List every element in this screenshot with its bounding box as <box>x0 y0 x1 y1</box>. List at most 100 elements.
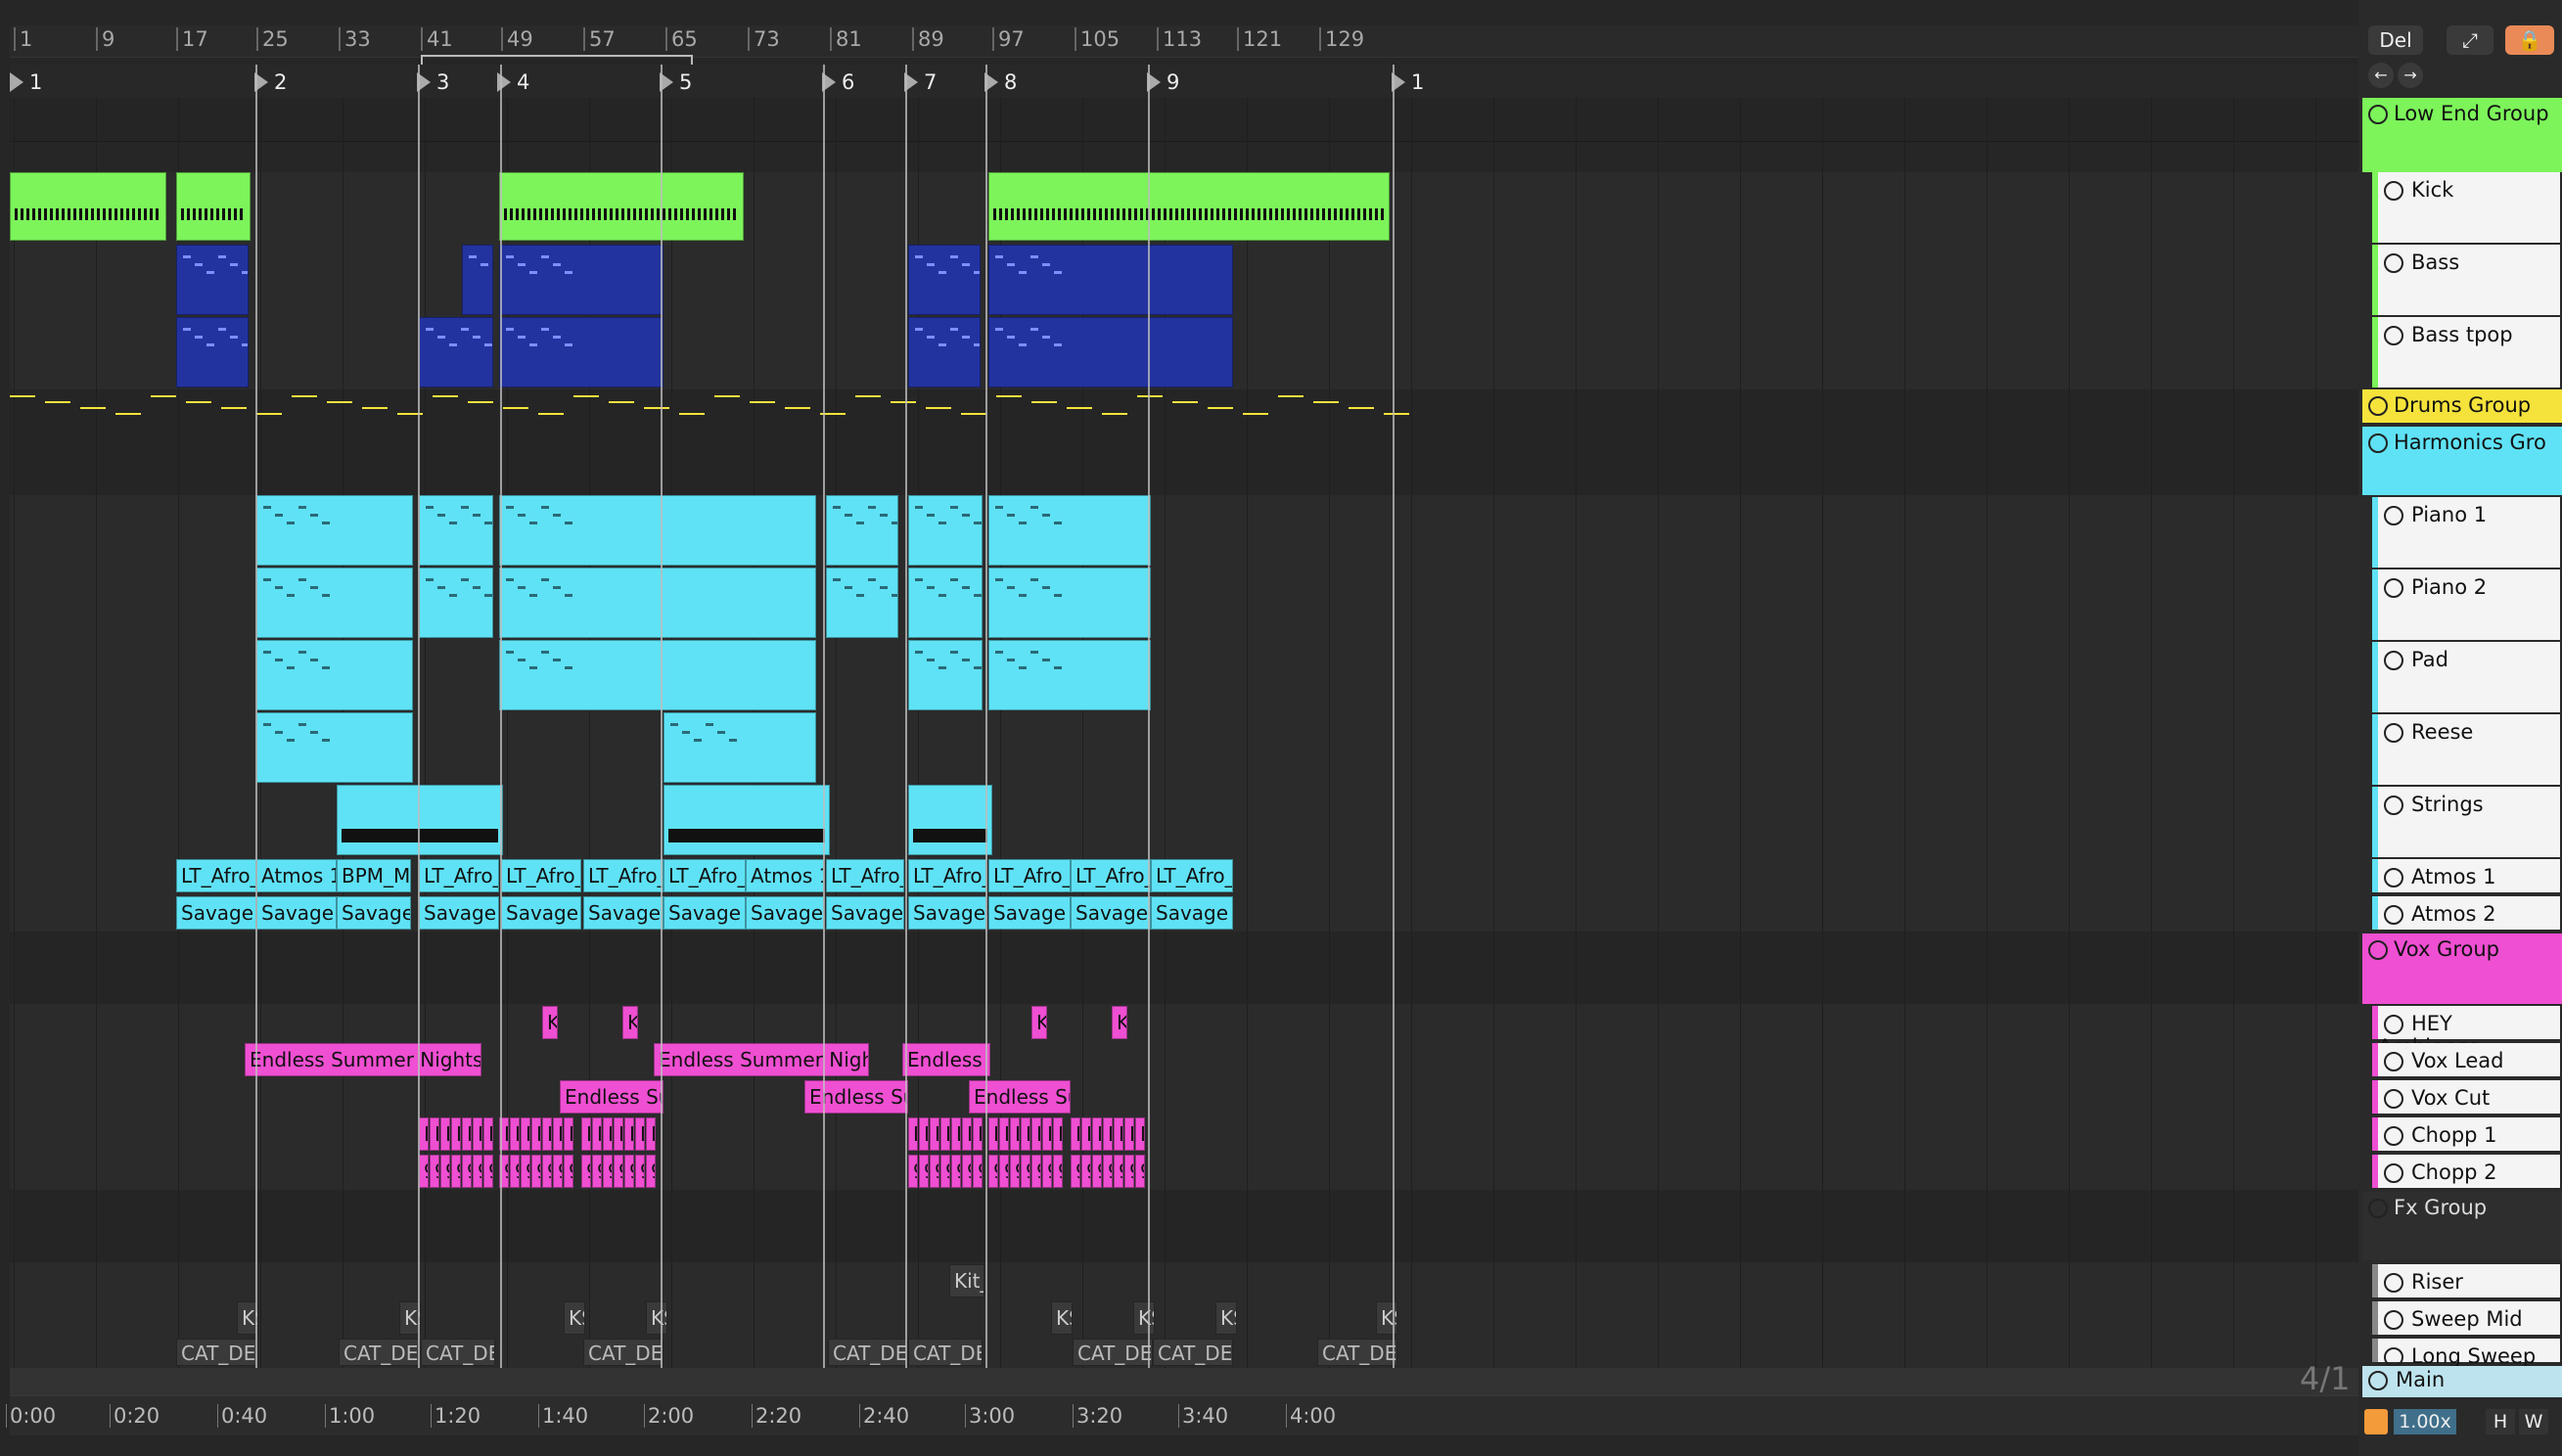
clip-piano-2[interactable] <box>256 568 413 638</box>
track-header-riser[interactable]: Riser <box>2372 1264 2560 1297</box>
clip-chopp-1[interactable]: E <box>564 1117 573 1151</box>
clip-chopp-2[interactable]: 9 <box>988 1155 998 1188</box>
clip-bass-tpop[interactable] <box>176 317 249 387</box>
overview-bar[interactable] <box>10 1368 2358 1395</box>
track-header-piano-1[interactable]: Piano 1 <box>2372 497 2560 568</box>
clip-atmos-2[interactable]: Savage Sour <box>908 896 986 930</box>
track-fold-icon[interactable] <box>2384 1273 2403 1293</box>
clip-hey-ambience[interactable]: K <box>1112 1006 1127 1039</box>
clip-chopp-2[interactable]: 9 <box>951 1155 961 1188</box>
track-lane[interactable] <box>10 1115 2358 1154</box>
clip-chopp-1[interactable]: E <box>951 1117 961 1151</box>
track-lane[interactable] <box>10 98 2358 142</box>
clip-piano-1[interactable] <box>908 495 983 566</box>
clip-sweep-mid[interactable]: KSH <box>564 1301 585 1335</box>
clip-piano-2[interactable] <box>499 568 816 638</box>
clip-chopp-1[interactable]: E <box>940 1117 950 1151</box>
clip-atmos-2[interactable]: Savage Sour <box>419 896 499 930</box>
clip-chopp-1[interactable]: E <box>473 1117 482 1151</box>
clip-sweep-mid[interactable]: KSH <box>1051 1301 1073 1335</box>
clip-reese[interactable] <box>256 712 413 783</box>
clip-chopp-1[interactable]: E <box>1042 1117 1052 1151</box>
clip-chopp-1[interactable]: E <box>930 1117 939 1151</box>
clip-chopp-1[interactable]: E <box>553 1117 563 1151</box>
clip-chopp-2[interactable]: 9 <box>1031 1155 1041 1188</box>
clip-chopp-2[interactable]: 9 <box>440 1155 450 1188</box>
clip-chopp-1[interactable]: E <box>542 1117 552 1151</box>
clip-atmos-2[interactable]: Savage Sour <box>826 896 904 930</box>
clip-long-sweep[interactable]: CAT_DEALERS <box>583 1339 663 1366</box>
clip-chopp-1[interactable]: E <box>1010 1117 1020 1151</box>
track-fold-icon[interactable] <box>2384 868 2403 887</box>
w-button[interactable]: W <box>2519 1409 2548 1434</box>
clip-vox-cut[interactable]: Endless Summer I <box>804 1080 908 1114</box>
clip-atmos-1[interactable]: LT_Afro_Tona <box>663 859 746 892</box>
clip-piano-2[interactable] <box>826 568 898 638</box>
clip-piano-2[interactable] <box>419 568 493 638</box>
clip-atmos-1[interactable]: LT_Afro_Tona <box>988 859 1071 892</box>
clip-chopp-2[interactable]: 9 <box>419 1155 429 1188</box>
clip-atmos-2[interactable]: Savage Sound <box>501 896 581 930</box>
clip-sweep-mid[interactable]: KSH <box>1215 1301 1237 1335</box>
clip-chopp-2[interactable]: 9 <box>614 1155 623 1188</box>
clip-chopp-1[interactable]: E <box>592 1117 602 1151</box>
clip-kick[interactable] <box>499 172 744 241</box>
clip-chopp-2[interactable]: 9 <box>1135 1155 1145 1188</box>
clip-long-sweep[interactable]: CAT_DEALEC <box>1153 1339 1233 1366</box>
clip-chopp-1[interactable]: E <box>919 1117 929 1151</box>
clip-chopp-2[interactable]: 9 <box>1042 1155 1052 1188</box>
clip-atmos-2[interactable]: Savage Sound <box>176 896 256 930</box>
group-fold-icon[interactable] <box>2368 940 2388 960</box>
clip-reese[interactable] <box>663 712 816 783</box>
clip-long-sweep[interactable]: CAT_DEALERS <box>828 1339 908 1366</box>
clip-chopp-1[interactable]: E <box>1114 1117 1123 1151</box>
clip-chopp-1[interactable]: E <box>419 1117 429 1151</box>
track-header-atmos-1[interactable]: Atmos 1 <box>2372 859 2560 892</box>
delete-button[interactable]: Del <box>2368 25 2423 55</box>
clip-chopp-1[interactable]: E <box>624 1117 634 1151</box>
clip-chopp-2[interactable]: 9 <box>999 1155 1009 1188</box>
clip-atmos-1[interactable]: LT_Afro_Tona <box>1071 859 1151 892</box>
clip-atmos-2[interactable]: Savage Sour <box>337 896 411 930</box>
clip-chopp-2[interactable]: 9 <box>510 1155 520 1188</box>
clip-atmos-2[interactable]: Savage Sound <box>1071 896 1151 930</box>
clip-chopp-1[interactable]: E <box>531 1117 541 1151</box>
clip-hey-ambience[interactable]: K <box>542 1006 558 1039</box>
track-header-reese[interactable]: Reese <box>2372 714 2560 785</box>
track-fold-icon[interactable] <box>2384 253 2403 273</box>
clip-chopp-1[interactable]: E <box>1071 1117 1080 1151</box>
clip-chopp-2[interactable]: 9 <box>483 1155 493 1188</box>
clip-chopp-1[interactable]: E <box>1092 1117 1102 1151</box>
group-header-vox[interactable]: Vox Group <box>2362 933 2562 1004</box>
clip-chopp-1[interactable]: E <box>483 1117 493 1151</box>
clip-vox-lead[interactable]: Endless Summer Nights - Vocals <box>245 1043 481 1076</box>
track-fold-icon[interactable] <box>2384 506 2403 525</box>
clip-atmos-2[interactable]: Savage Sound <box>988 896 1071 930</box>
clip-atmos-1[interactable]: BPM_Male V <box>337 859 411 892</box>
clip-chopp-1[interactable]: E <box>603 1117 613 1151</box>
clip-piano-2[interactable] <box>908 568 983 638</box>
clip-chopp-2[interactable]: 9 <box>462 1155 472 1188</box>
clip-chopp-2[interactable]: 9 <box>521 1155 530 1188</box>
track-fold-icon[interactable] <box>2384 651 2403 670</box>
clip-vox-cut[interactable]: Endless Summer I <box>969 1080 1071 1114</box>
track-fold-icon[interactable] <box>2384 1310 2403 1330</box>
track-header-main[interactable]: Main <box>2362 1366 2562 1397</box>
track-fold-icon[interactable] <box>2384 1089 2403 1109</box>
clip-chopp-1[interactable]: E <box>451 1117 461 1151</box>
clip-atmos-1[interactable]: LT_Afro_Tor <box>908 859 986 892</box>
clip-chopp-1[interactable]: E <box>614 1117 623 1151</box>
clip-chopp-2[interactable]: 9 <box>592 1155 602 1188</box>
track-fold-icon[interactable] <box>2384 905 2403 925</box>
clip-chopp-2[interactable]: 9 <box>624 1155 634 1188</box>
clip-bass-tpop[interactable] <box>419 317 493 387</box>
track-fold-icon[interactable] <box>2384 723 2403 743</box>
clip-atmos-2[interactable]: Savage Sound <box>583 896 663 930</box>
clip-atmos-1[interactable]: LT_Afro_Tor <box>826 859 904 892</box>
clip-chopp-1[interactable]: E <box>1135 1117 1145 1151</box>
clip-chopp-2[interactable]: 9 <box>973 1155 983 1188</box>
clip-atmos-2[interactable]: Savage Sound <box>663 896 746 930</box>
track-fold-icon[interactable] <box>2384 1163 2403 1183</box>
group-fold-icon[interactable] <box>2368 1199 2388 1218</box>
group-header-drums[interactable]: Drums Group <box>2362 389 2562 423</box>
